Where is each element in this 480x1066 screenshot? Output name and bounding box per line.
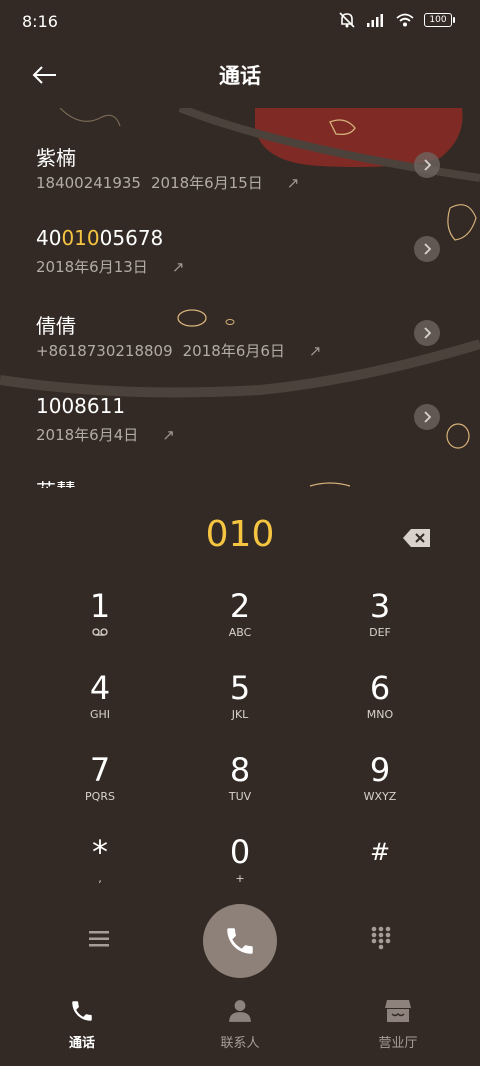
call-detail: 18400241935 2018年6月15日 ↗ <box>36 172 299 193</box>
dialpad-toggle-icon[interactable] <box>368 924 394 950</box>
key-5[interactable]: 5 JKL <box>180 658 300 732</box>
call-detail: 2018年6月4日 ↗ <box>36 424 175 445</box>
tab-label: 联系人 <box>220 1036 260 1051</box>
outgoing-call-icon: ↗ <box>308 341 322 360</box>
voicemail-icon <box>40 626 160 640</box>
status-time: 8:16 <box>22 12 58 31</box>
contact-name-partial[interactable]: 花慧 <box>36 478 76 488</box>
header: 通话 <box>0 44 480 106</box>
page-title: 通话 <box>219 64 261 88</box>
key-9[interactable]: 9 WXYZ <box>320 740 440 814</box>
signal-icon <box>367 14 383 27</box>
outgoing-call-icon: ↗ <box>162 425 175 444</box>
chevron-right-icon[interactable] <box>414 152 440 178</box>
contact-name: 紫楠 <box>36 146 76 170</box>
call-date: 2018年6月13日 <box>36 258 148 276</box>
name-highlight: 010 <box>61 226 100 250</box>
menu-icon[interactable] <box>86 926 112 952</box>
status-bar: 8:16 100 <box>0 0 480 44</box>
phone-icon <box>72 1001 92 1021</box>
call-log-item[interactable]: 倩倩 +8618730218809 2018年6月6日 ↗ <box>0 276 480 360</box>
contact-name: 4001005678 <box>36 226 163 250</box>
call-date: 2018年6月4日 <box>36 426 139 444</box>
name-suffix: 05678 <box>99 226 164 250</box>
tab-contacts[interactable]: 联系人 <box>180 998 300 1051</box>
key-0[interactable]: 0 + <box>180 822 300 896</box>
outgoing-call-icon: ↗ <box>171 257 185 276</box>
call-button[interactable] <box>203 904 277 978</box>
contact-name: 1008611 <box>36 394 126 418</box>
call-date: 2018年6月6日 <box>182 342 285 360</box>
key-2[interactable]: 2 ABC <box>180 576 300 650</box>
name-prefix: 40 <box>36 226 62 250</box>
dialer-actions <box>0 900 480 980</box>
call-log-list[interactable]: 紫楠 18400241935 2018年6月15日 ↗ 4001005678 2… <box>0 108 480 488</box>
tab-calls[interactable]: 通话 <box>22 998 142 1051</box>
phone-icon <box>227 928 253 954</box>
call-date: 2018年6月15日 <box>150 174 263 192</box>
key-8[interactable]: 8 TUV <box>180 740 300 814</box>
chevron-right-icon[interactable] <box>414 320 440 346</box>
call-log-item[interactable]: 紫楠 18400241935 2018年6月15日 ↗ <box>0 108 480 192</box>
key-4[interactable]: 4 GHI <box>40 658 160 732</box>
phone-number: 18400241935 <box>36 173 141 192</box>
backspace-icon[interactable] <box>402 528 432 548</box>
call-detail: +8618730218809 2018年6月6日 ↗ <box>36 340 321 361</box>
key-hash[interactable]: # <box>320 822 440 896</box>
mute-icon <box>339 12 355 28</box>
contact-name: 倩倩 <box>36 314 76 338</box>
key-7[interactable]: 7 PQRS <box>40 740 160 814</box>
call-log-item[interactable]: 1008611 2018年6月4日 ↗ <box>0 360 480 444</box>
call-log-item[interactable]: 4001005678 2018年6月13日 ↗ <box>0 192 480 276</box>
battery-icon: 100 <box>424 13 455 27</box>
tab-label: 营业厅 <box>378 1036 418 1051</box>
call-detail: 2018年6月13日 ↗ <box>36 256 184 277</box>
tab-service-hall[interactable]: 营业厅 <box>338 998 458 1051</box>
key-3[interactable]: 3 DEF <box>320 576 440 650</box>
wifi-icon <box>396 13 414 27</box>
key-1[interactable]: 1 <box>40 576 160 650</box>
phone-number: +8618730218809 <box>36 341 173 360</box>
chevron-right-icon[interactable] <box>414 236 440 262</box>
key-star[interactable]: * , <box>40 822 160 896</box>
tab-label: 通话 <box>68 1036 95 1051</box>
chevron-right-icon[interactable] <box>414 404 440 430</box>
outgoing-call-icon: ↗ <box>286 173 300 192</box>
status-icons: 100 <box>338 12 455 28</box>
key-6[interactable]: 6 MNO <box>320 658 440 732</box>
person-icon <box>229 1000 251 1022</box>
bottom-navigation: 通话 联系人 营业厅 <box>0 992 480 1066</box>
store-icon <box>385 1000 411 1022</box>
